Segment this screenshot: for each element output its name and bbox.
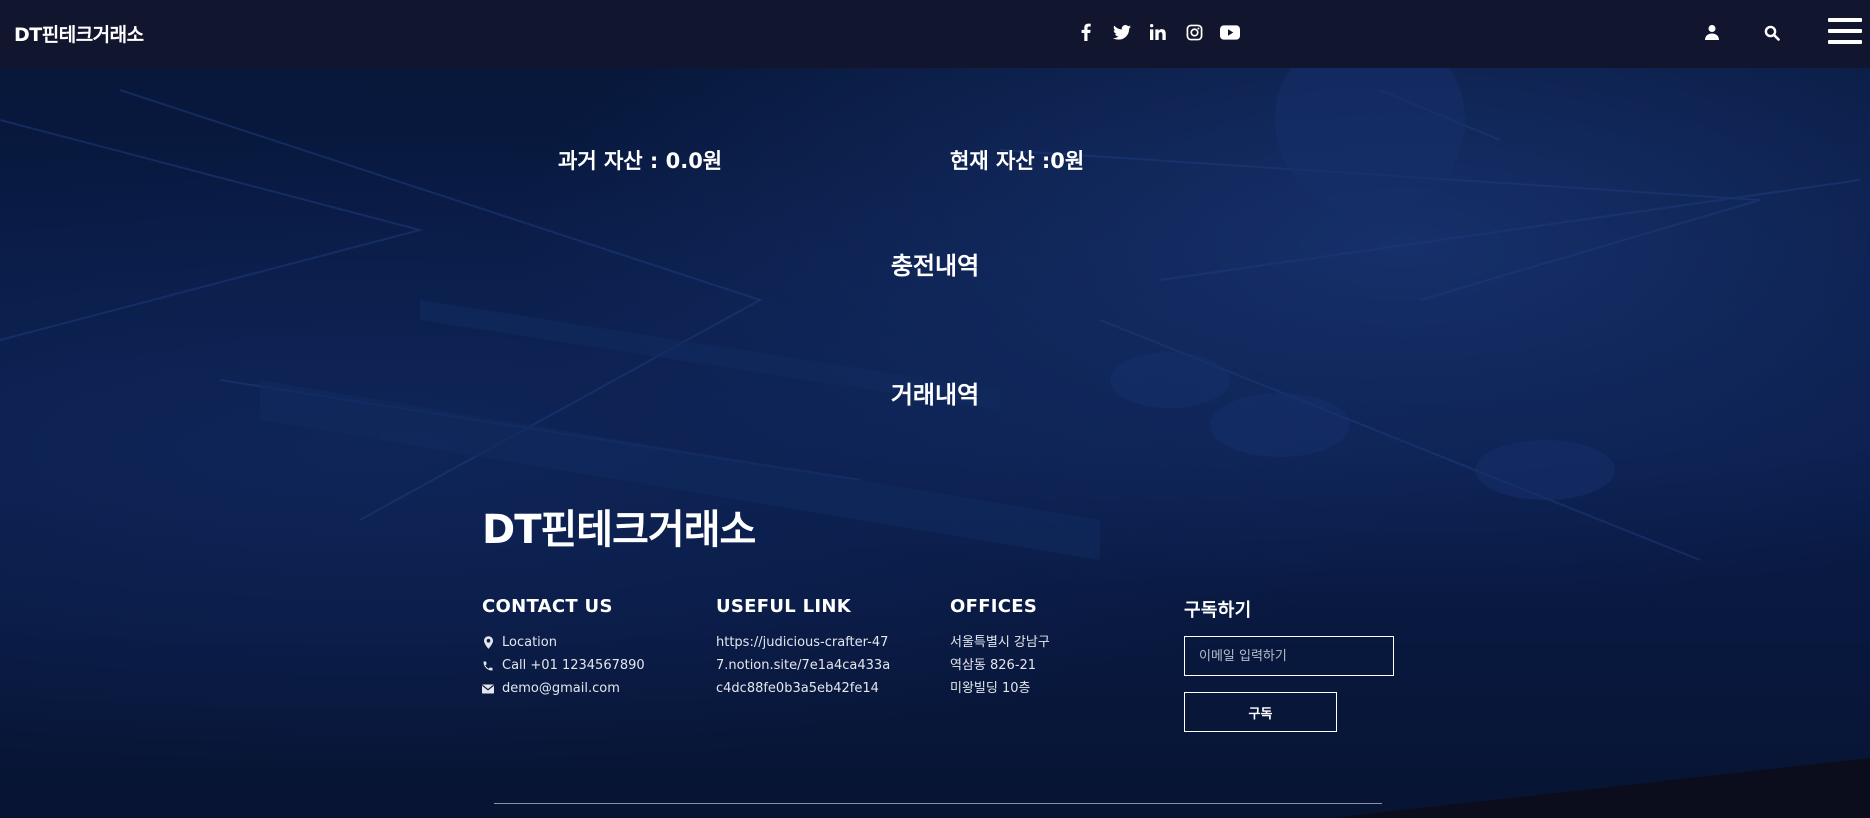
- current-assets: 현재 자산 :0원: [950, 149, 1085, 173]
- trade-history-title: 거래내역: [890, 381, 980, 409]
- social-links: [1076, 22, 1240, 42]
- offices-column: OFFICES 서울특별시 강남구 역삼동 826-21 미왕빌딩 10층: [950, 596, 1050, 700]
- facebook-icon[interactable]: [1076, 22, 1096, 42]
- footer-divider: [494, 803, 1382, 804]
- phone-icon: [482, 660, 494, 672]
- offices-title: OFFICES: [950, 596, 1038, 617]
- office-address-line: 미왕빌딩 10층: [950, 681, 1031, 696]
- top-navigation-bar: DT핀테크거래소: [0, 0, 1870, 68]
- hamburger-menu-icon[interactable]: [1828, 18, 1862, 48]
- location-text: Location: [502, 635, 557, 650]
- footer-brand: DT핀테크거래소: [482, 507, 756, 553]
- envelope-icon: [482, 684, 494, 694]
- subscribe-title: 구독하기: [1184, 600, 1252, 621]
- subscribe-column: 구독하기 구독: [1184, 596, 1394, 732]
- useful-link-column: USEFUL LINK https://judicious-crafter-47…: [716, 596, 896, 700]
- subscribe-button[interactable]: 구독: [1184, 692, 1337, 732]
- youtube-icon[interactable]: [1220, 22, 1240, 42]
- location-row: Location: [482, 631, 645, 654]
- linkedin-icon[interactable]: [1148, 22, 1168, 42]
- call-text[interactable]: Call +01 1234567890: [502, 658, 645, 673]
- contact-title: CONTACT US: [482, 596, 613, 617]
- subscribe-email-input[interactable]: [1184, 636, 1394, 676]
- useful-link-title: USEFUL LINK: [716, 596, 852, 617]
- notion-link[interactable]: https://judicious-crafter-477.notion.sit…: [716, 631, 896, 700]
- contact-column: CONTACT US Location Call +01 1234567890 …: [482, 596, 645, 700]
- past-assets: 과거 자산 : 0.0원: [558, 149, 723, 173]
- instagram-icon[interactable]: [1184, 22, 1204, 42]
- charge-history-title: 충전내역: [890, 252, 980, 280]
- brand-logo[interactable]: DT핀테크거래소: [14, 20, 144, 47]
- search-icon[interactable]: [1764, 25, 1780, 41]
- email-row: demo@gmail.com: [482, 677, 645, 700]
- call-row: Call +01 1234567890: [482, 654, 645, 677]
- user-icon[interactable]: [1705, 24, 1719, 42]
- corner-decoration: [1330, 758, 1870, 818]
- map-marker-icon: [482, 636, 494, 649]
- email-text[interactable]: demo@gmail.com: [502, 681, 620, 696]
- office-address-line: 역삼동 826-21: [950, 658, 1037, 673]
- office-address-line: 서울특별시 강남구: [950, 635, 1050, 650]
- twitter-icon[interactable]: [1112, 22, 1132, 42]
